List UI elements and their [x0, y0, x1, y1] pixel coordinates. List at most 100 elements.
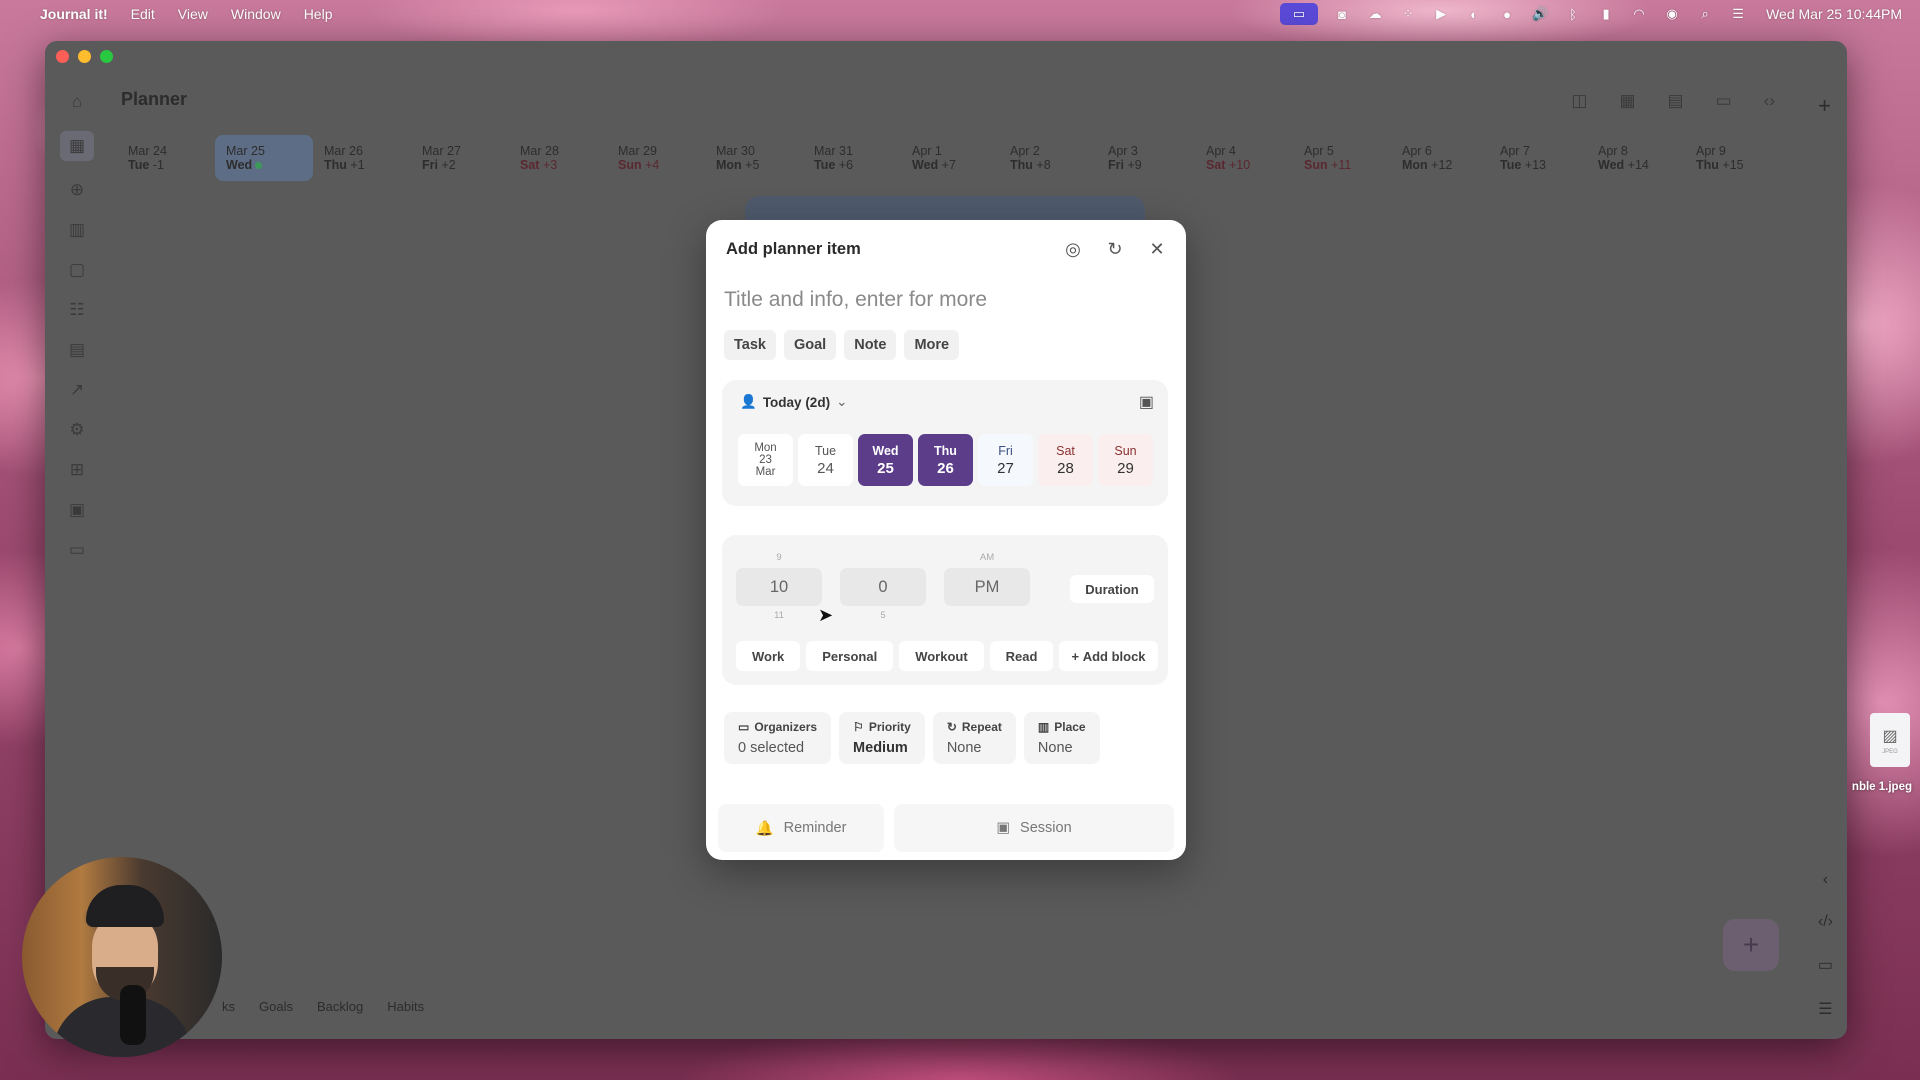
camera-app-icon[interactable]: ◙ [1333, 6, 1351, 22]
code-icon[interactable]: ‹/› [1818, 913, 1833, 931]
block-read-button[interactable]: Read [989, 641, 1054, 671]
app-menu[interactable]: Journal it! [40, 6, 108, 22]
repeat-picker[interactable]: ↻ Repeat None [932, 712, 1016, 764]
place-picker[interactable]: ▥ Place None [1023, 712, 1100, 764]
reminder-button[interactable]: 🔔 Reminder [718, 804, 884, 852]
menu-help[interactable]: Help [304, 6, 333, 22]
date-cell[interactable]: Mar 24 Tue -1 [117, 135, 215, 181]
planner-icon[interactable]: ▦ [60, 131, 94, 161]
day-mon[interactable]: Mon 23 Mar [738, 434, 793, 486]
type-note-button[interactable]: Note [844, 330, 897, 360]
day-view-icon[interactable]: ◫ [1571, 91, 1587, 111]
ampm-spinner[interactable]: AM PM [944, 551, 1030, 625]
month-view-icon[interactable]: ▤ [1668, 91, 1684, 111]
title-input[interactable] [724, 282, 1164, 318]
session-button[interactable]: ▣ Session [894, 804, 1174, 852]
day-tue[interactable]: Tue 24 [798, 434, 853, 486]
day-sat[interactable]: Sat 28 [1038, 434, 1093, 486]
date-cell[interactable]: Mar 29 Sun +4 [607, 135, 705, 181]
inbox-icon[interactable]: ▭ [1818, 955, 1833, 975]
close-window-button[interactable] [56, 50, 69, 63]
minimize-window-button[interactable] [78, 50, 91, 63]
siri-icon[interactable]: ◉ [1663, 6, 1681, 22]
block-personal-button[interactable]: Personal [806, 641, 894, 671]
history-icon[interactable]: ↻ [1104, 238, 1126, 260]
calendar-icon[interactable]: ▣ [1139, 392, 1154, 412]
home-icon[interactable]: ⌂ [61, 91, 93, 113]
minute-spinner[interactable]: 0 5 [840, 551, 926, 625]
block-work-button[interactable]: Work [736, 641, 801, 671]
target-icon[interactable]: ◎ [1062, 238, 1084, 260]
menu-window[interactable]: Window [231, 6, 281, 22]
control-center-icon[interactable]: ☰ [1729, 6, 1747, 22]
add-block-button[interactable]: + Add block [1059, 641, 1158, 671]
menu-edit[interactable]: Edit [131, 6, 155, 22]
screen-mirror-icon[interactable]: ▭ [1280, 3, 1319, 25]
books-icon[interactable]: ▥ [61, 219, 93, 241]
list-icon[interactable]: ☷ [61, 299, 93, 321]
week-view-icon[interactable]: ▦ [1619, 91, 1635, 111]
settings-icon[interactable]: ⚙ [61, 419, 93, 441]
date-cell[interactable]: Mar 27 Fri +2 [411, 135, 509, 181]
stats-icon[interactable]: ↗ [61, 379, 93, 401]
volume-icon[interactable]: 🔊 [1531, 6, 1549, 22]
focus-icon[interactable]: ⊕ [61, 179, 93, 201]
duration-button[interactable]: Duration [1070, 575, 1154, 603]
wifi-icon[interactable]: ◠ [1630, 6, 1648, 22]
date-cell[interactable]: Apr 3 Fri +9 [1097, 135, 1195, 181]
date-cell[interactable]: Mar 28 Sat +3 [509, 135, 607, 181]
date-selector[interactable]: 👤 Today (2d) ⌄ [740, 394, 847, 410]
type-more-button[interactable]: More [904, 330, 960, 360]
block-workout-button[interactable]: Workout [899, 641, 984, 671]
code-view-icon[interactable]: ‹› [1764, 91, 1775, 111]
day-sun[interactable]: Sun 29 [1098, 434, 1153, 486]
moon-app-icon[interactable]: ◐ [1465, 6, 1483, 22]
date-cell[interactable]: Apr 4 Sat +10 [1195, 135, 1293, 181]
date-cell[interactable]: Apr 5 Sun +11 [1293, 135, 1391, 181]
date-cell[interactable]: Mar 26 Thu +1 [313, 135, 411, 181]
type-task-button[interactable]: Task [724, 330, 776, 360]
type-goal-button[interactable]: Goal [783, 330, 837, 360]
battery-icon[interactable]: ▮ [1597, 6, 1615, 22]
inbox-view-icon[interactable]: ▭ [1716, 91, 1732, 111]
desktop-file-label[interactable]: nble 1.jpeg [1852, 781, 1912, 793]
play-circle-icon[interactable]: ▶ [1432, 6, 1450, 22]
close-icon[interactable]: ✕ [1146, 238, 1168, 260]
tab-goals[interactable]: Goals [259, 999, 293, 1014]
menu-icon[interactable]: ☰ [1818, 999, 1832, 1019]
date-cell[interactable]: Apr 1 Wed +7 [901, 135, 999, 181]
journal-icon[interactable]: ▢ [61, 259, 93, 281]
date-cell[interactable]: Apr 8 Wed +14 [1587, 135, 1685, 181]
add-icon[interactable]: + [1818, 93, 1831, 119]
date-cell[interactable]: Apr 7 Tue +13 [1489, 135, 1587, 181]
priority-picker[interactable]: ⚐ Priority Medium [839, 712, 925, 764]
menu-clock[interactable]: Wed Mar 25 10:44PM [1766, 6, 1902, 22]
calendar-icon[interactable]: ▤ [61, 339, 93, 361]
search-icon[interactable]: ⌕ [1696, 6, 1714, 22]
date-cell-today[interactable]: Mar 25 Wed [215, 135, 313, 181]
menu-view[interactable]: View [178, 6, 208, 22]
floating-add-button[interactable]: + [1723, 919, 1779, 971]
notes-icon[interactable]: ▣ [61, 499, 93, 521]
organizers-picker[interactable]: ▭ Organizers 0 selected [724, 712, 832, 764]
tab-habits[interactable]: Habits [387, 999, 424, 1014]
day-wed[interactable]: Wed 25 [858, 434, 913, 486]
date-cell[interactable]: Apr 6 Mon +12 [1391, 135, 1489, 181]
inbox-icon[interactable]: ▭ [61, 539, 93, 561]
desktop-file-icon[interactable]: ▨ JPEG [1870, 713, 1910, 767]
day-fri[interactable]: Fri 27 [978, 434, 1033, 486]
date-cell[interactable]: Apr 9 Thu +15 [1685, 135, 1783, 181]
tab-backlog[interactable]: Backlog [317, 999, 363, 1014]
day-thu[interactable]: Thu 26 [918, 434, 973, 486]
date-cell[interactable]: Mar 31 Tue +6 [803, 135, 901, 181]
zoom-window-button[interactable] [100, 50, 113, 63]
date-cell[interactable]: Apr 2 Thu +8 [999, 135, 1097, 181]
grid-dots-icon[interactable]: ⁘ [1399, 6, 1417, 22]
creative-cloud-icon[interactable]: ☁ [1366, 6, 1384, 22]
widgets-icon[interactable]: ⊞ [61, 459, 93, 481]
hour-spinner[interactable]: 9 10 11 [736, 551, 822, 625]
collapse-left-icon[interactable]: ‹ [1823, 871, 1828, 889]
date-cell[interactable]: Mar 30 Mon +5 [705, 135, 803, 181]
bluetooth-icon[interactable]: ᛒ [1564, 6, 1582, 22]
user-icon[interactable]: ● [1498, 6, 1516, 22]
